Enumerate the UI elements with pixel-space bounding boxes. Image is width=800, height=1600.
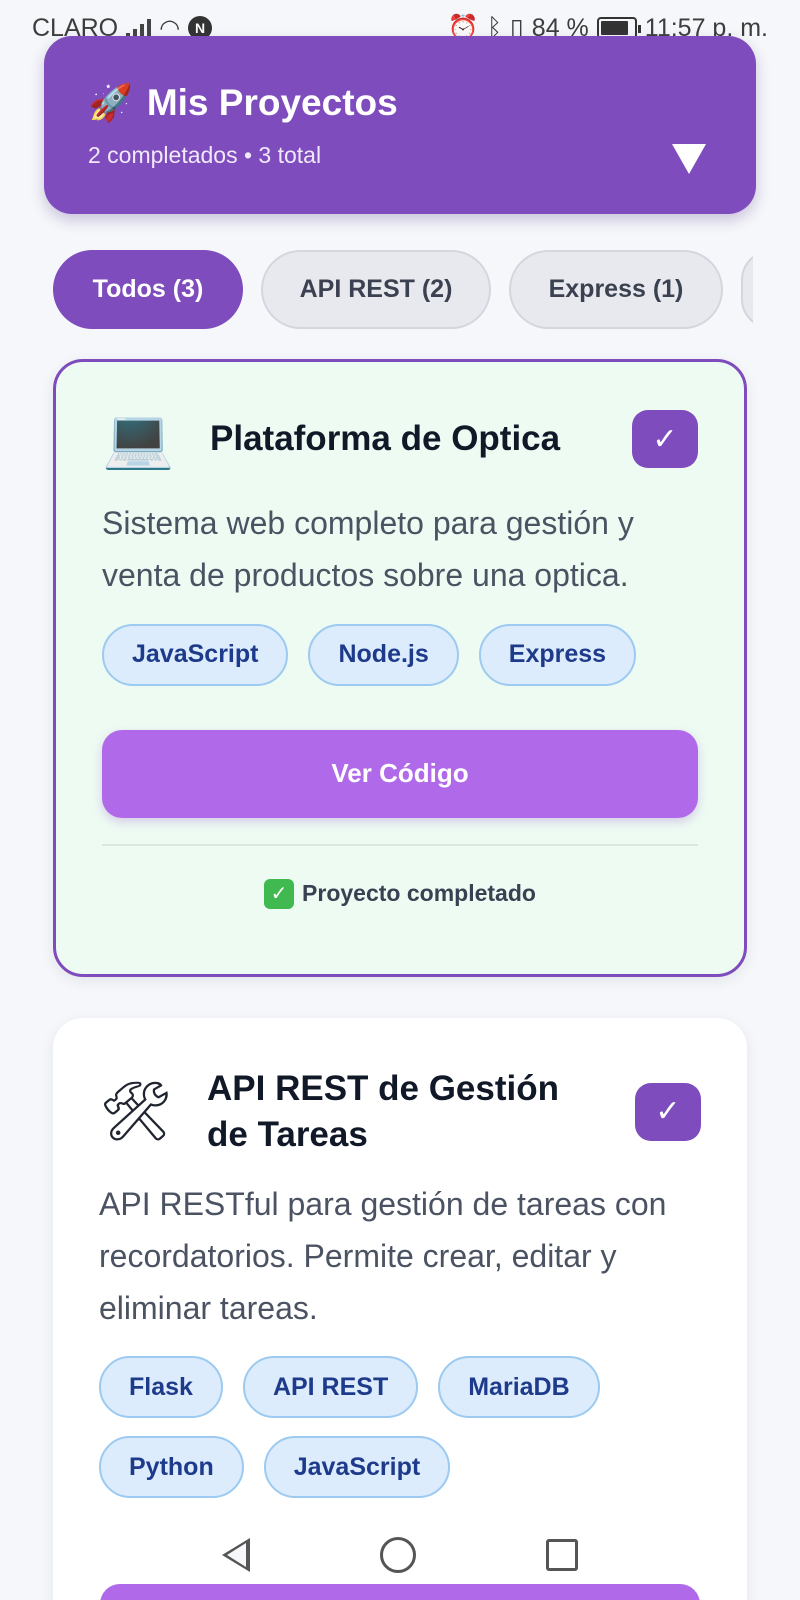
tech-tag: MariaDB [438, 1356, 600, 1419]
check-mark-icon: ✓ [264, 878, 295, 909]
project-card: 💻 Plataforma de Optica ✓ Sistema web com… [53, 359, 747, 977]
tech-tag: Python [99, 1436, 244, 1499]
tools-icon: 🛠 [99, 1078, 173, 1144]
filter-tabs: Todos (3) API REST (2) Express (1) [53, 250, 753, 330]
header-subtitle: 2 completados • 3 total [88, 142, 322, 168]
card-header: 🛠 API REST de Gestión de Tareas ✓ [99, 1066, 701, 1157]
tab-todos[interactable]: Todos (3) [53, 250, 243, 329]
view-code-button[interactable]: Ver Código [102, 729, 698, 818]
completed-check-icon[interactable]: ✓ [632, 410, 698, 468]
tab-express[interactable]: Express (1) [509, 250, 723, 329]
tech-tags: JavaScript Node.js Express [102, 623, 698, 686]
tech-tag: Node.js [308, 623, 459, 686]
header-title-row: 🚀 Mis Proyectos [88, 82, 712, 124]
project-title: API REST de Gestión de Tareas [207, 1069, 559, 1154]
project-status: ✓ Proyecto completado [102, 846, 698, 942]
tab-api-rest[interactable]: API REST (2) [261, 250, 491, 329]
project-description: Sistema web completo para gestión y vent… [102, 505, 634, 593]
project-card: 🛠 API REST de Gestión de Tareas ✓ API RE… [53, 1018, 747, 1600]
tech-tag: JavaScript [102, 623, 289, 686]
back-icon[interactable] [222, 1538, 250, 1572]
tech-tag: API REST [242, 1356, 419, 1419]
collapse-toggle-icon[interactable] [672, 144, 706, 174]
system-nav-bar [0, 1525, 800, 1585]
page-title: Mis Proyectos [146, 82, 398, 123]
laptop-icon: 💻 [102, 406, 175, 471]
recent-apps-icon[interactable] [546, 1539, 578, 1571]
project-title: Plataforma de Optica [210, 419, 561, 459]
view-code-button-partial[interactable] [100, 1584, 700, 1600]
tech-tags: Flask API REST MariaDB Python JavaScript [99, 1356, 701, 1499]
home-icon[interactable] [380, 1537, 416, 1573]
completed-check-icon[interactable]: ✓ [635, 1082, 701, 1141]
project-description: API RESTful para gestión de tareas con r… [99, 1186, 667, 1326]
projects-header[interactable]: 🚀 Mis Proyectos 2 completados • 3 total [44, 36, 756, 214]
tab-more[interactable] [741, 250, 753, 329]
card-header: 💻 Plataforma de Optica ✓ [102, 410, 698, 468]
tech-tag: Flask [99, 1356, 223, 1419]
battery-fill [600, 21, 628, 35]
tech-tag: Express [478, 623, 637, 686]
status-text: Proyecto completado [302, 880, 536, 907]
tech-tag: JavaScript [263, 1436, 451, 1499]
rocket-icon: 🚀 [88, 82, 133, 123]
